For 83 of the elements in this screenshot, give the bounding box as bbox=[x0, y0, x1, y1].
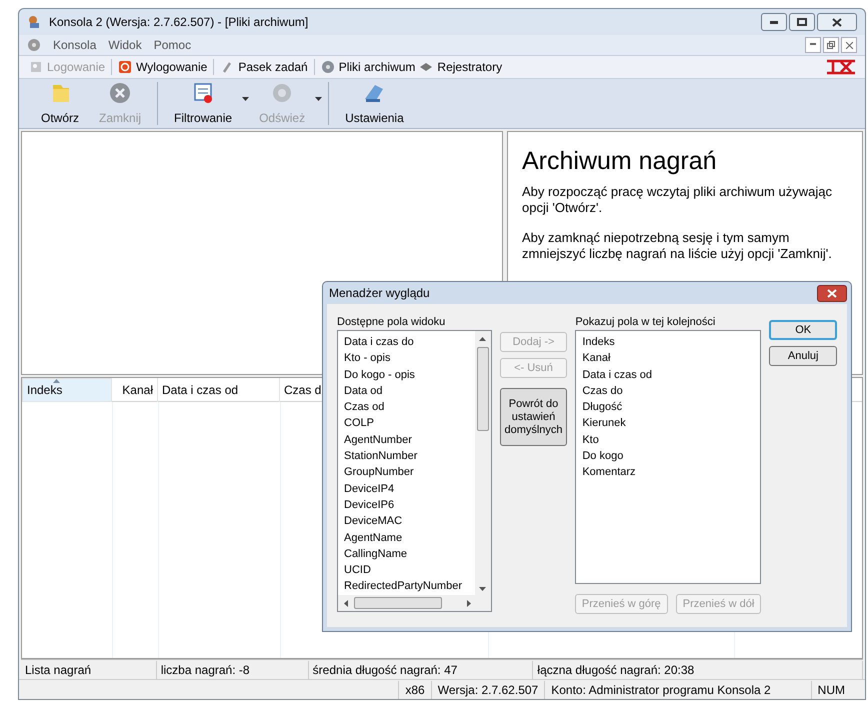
window-title: Konsola 2 (Wersja: 2.7.62.507) - [Pliki archiwum] bbox=[49, 14, 308, 31]
list-item[interactable]: Czas od bbox=[344, 399, 384, 416]
toolbar-link[interactable]: Pliki archiwum bbox=[318, 58, 418, 76]
list-item[interactable]: Kto - opis bbox=[344, 350, 390, 367]
horizontal-scrollbar[interactable] bbox=[338, 595, 491, 611]
available-fields-list[interactable]: Data i czas do Kto - opis Do kogo - opis Data od Czas od COLP AgentNumber StationNumber GroupNumber DeviceIP4 DeviceIP6 DeviceMAC AgentName CallingName UCID RedirectedPartyNumber bbox=[337, 330, 492, 612]
menu-item[interactable]: Konsola bbox=[53, 36, 96, 54]
toolbar-button[interactable]: Otwórz bbox=[31, 80, 90, 126]
list-item[interactable]: Czas do bbox=[582, 382, 623, 400]
list-item[interactable]: Data i czas do bbox=[344, 334, 414, 350]
list-item[interactable]: Indeks bbox=[582, 334, 615, 350]
list-item[interactable]: DeviceMAC bbox=[344, 513, 402, 530]
disc-icon bbox=[27, 38, 41, 52]
toolbar-link[interactable]: Wylogowanie bbox=[116, 58, 210, 76]
close-icon bbox=[827, 288, 837, 298]
minimize-button[interactable] bbox=[761, 13, 787, 31]
list-item[interactable]: Do kogo bbox=[582, 448, 624, 464]
power-icon bbox=[118, 60, 132, 74]
list-label: Pokazuj pola w tej kolejności bbox=[575, 315, 716, 330]
toolbar-button[interactable]: Ustawienia bbox=[335, 80, 414, 126]
list-item[interactable]: Data i czas od bbox=[582, 366, 652, 383]
company-logo bbox=[825, 59, 857, 75]
list-item[interactable]: Do kogo - opis bbox=[344, 366, 415, 383]
list-item[interactable]: RedirectedPartyNumber bbox=[344, 578, 462, 595]
menu-item[interactable]: Pomoc bbox=[154, 36, 192, 54]
menu-item[interactable]: Widok bbox=[108, 36, 142, 54]
app-icon bbox=[27, 15, 41, 29]
list-item[interactable]: COLP bbox=[344, 415, 374, 432]
close-button[interactable] bbox=[817, 13, 857, 31]
ok-button[interactable]: OK bbox=[769, 320, 838, 340]
list-item[interactable]: Kto bbox=[582, 432, 599, 448]
column-header[interactable]: Kanał bbox=[112, 378, 158, 402]
scroll-up-icon bbox=[479, 337, 486, 341]
info-text: Aby zamknąć niepotrzebną sesję i tym samym zmniejszyć liczbę nagrań na liście użyj opcji 'Zamknij'. bbox=[522, 230, 833, 262]
toolbar-button[interactable]: Filtrowanie bbox=[164, 80, 242, 126]
list-item[interactable]: Długość bbox=[582, 399, 622, 416]
list-item[interactable]: AgentNumber bbox=[344, 432, 412, 448]
info-text: Aby rozpocząć pracę wczytaj pliki archiwum używając opcji 'Otwórz'. bbox=[522, 184, 833, 216]
list-label: Dostępne pola widoku bbox=[337, 315, 446, 330]
list-item[interactable]: DeviceIP4 bbox=[344, 480, 394, 497]
minimize-icon bbox=[810, 43, 816, 46]
list-item[interactable]: AgentName bbox=[344, 530, 402, 546]
list-item[interactable]: StationNumber bbox=[344, 448, 418, 464]
status-text: Wersja: 2.7.62.507 bbox=[430, 680, 544, 698]
close-icon bbox=[846, 42, 852, 48]
restore-icon bbox=[827, 41, 835, 49]
status-text: Konto: Administrator programu Konsola 2 bbox=[544, 680, 811, 698]
sort-ascending-icon bbox=[53, 379, 60, 383]
list-item[interactable]: UCID bbox=[344, 562, 371, 578]
list-item[interactable]: Kierunek bbox=[582, 415, 626, 432]
restore-icon bbox=[797, 18, 807, 26]
disc-icon bbox=[320, 60, 335, 74]
toolbar-link[interactable]: Rejestratory bbox=[417, 58, 504, 76]
close-icon bbox=[832, 18, 842, 26]
close-button[interactable] bbox=[817, 284, 847, 302]
dialog-button[interactable]: Powrót do ustawień domyślnych bbox=[500, 388, 568, 446]
column-header[interactable]: Indeks bbox=[22, 378, 112, 402]
list-item[interactable]: DeviceIP6 bbox=[344, 496, 394, 514]
cancel-button[interactable]: Anuluj bbox=[769, 346, 838, 366]
scroll-thumb[interactable] bbox=[476, 347, 489, 431]
scroll-right-icon bbox=[466, 600, 471, 606]
status-text: x86 bbox=[398, 680, 431, 698]
status-text: NUM bbox=[810, 680, 851, 698]
mdi-minimize-button[interactable] bbox=[805, 37, 821, 53]
maximize-button[interactable] bbox=[789, 13, 815, 31]
toolbar-link[interactable]: Pasek zadań bbox=[218, 58, 310, 76]
mdi-restore-button[interactable] bbox=[823, 37, 839, 53]
scroll-left-icon bbox=[344, 600, 348, 606]
list-item[interactable]: GroupNumber bbox=[344, 464, 414, 481]
scroll-thumb[interactable] bbox=[354, 597, 442, 609]
list-item[interactable]: Kanał bbox=[582, 350, 610, 367]
list-item[interactable]: CallingName bbox=[344, 546, 407, 562]
scroll-down-icon bbox=[479, 587, 486, 591]
column-header[interactable]: Data i czas od bbox=[158, 378, 280, 402]
dropdown-caret-icon[interactable] bbox=[242, 97, 250, 101]
list-item[interactable]: Komentarz bbox=[582, 464, 636, 481]
shown-fields-list[interactable]: Indeks Kanał Data i czas od Czas do Długość Kierunek Kto Do kogo Komentarz bbox=[575, 330, 762, 584]
vertical-scrollbar[interactable] bbox=[474, 331, 491, 595]
minimize-icon bbox=[770, 20, 778, 24]
dialog-title: Menadżer wyglądu bbox=[329, 285, 430, 302]
list-item[interactable]: Data od bbox=[344, 382, 383, 400]
info-heading: Archiwum nagrań bbox=[522, 146, 718, 177]
mdi-close-button[interactable] bbox=[841, 37, 857, 53]
